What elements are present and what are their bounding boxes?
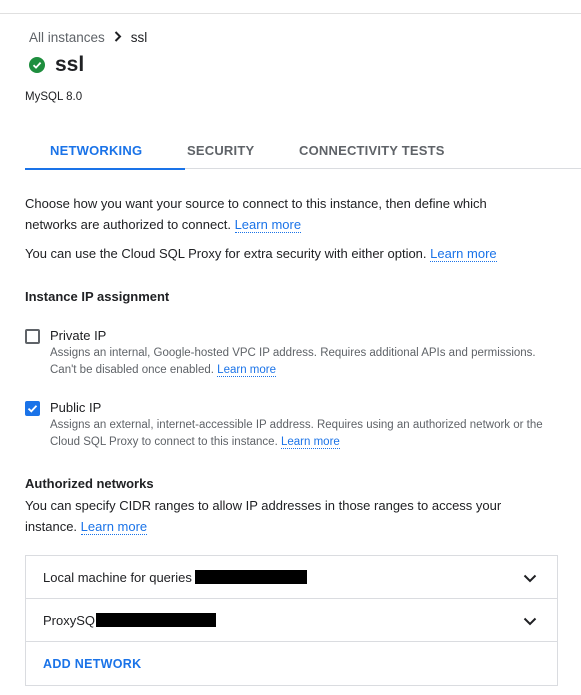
authorized-networks-list: Local machine for queries ProxySQ ADD NE… bbox=[25, 555, 558, 686]
proxy-learn-more-link[interactable]: Learn more bbox=[430, 246, 497, 262]
tab-connectivity-tests[interactable]: CONNECTIVITY TESTS bbox=[299, 136, 445, 169]
database-version: MySQL 8.0 bbox=[25, 91, 83, 103]
network-item-proxysql[interactable]: ProxySQ bbox=[26, 599, 557, 642]
private-ip-label: Private IP bbox=[50, 328, 107, 343]
breadcrumb-chevron-right-icon bbox=[114, 30, 122, 45]
private-ip-description-text: Assigns an internal, Google-hosted VPC I… bbox=[50, 347, 536, 376]
page-title: ssl bbox=[55, 53, 85, 76]
network-item-local-machine[interactable]: Local machine for queries bbox=[26, 556, 557, 599]
authorized-networks-learn-more-link[interactable]: Learn more bbox=[80, 519, 148, 535]
redaction-bar bbox=[194, 570, 307, 584]
top-divider bbox=[0, 13, 581, 14]
checkmark-icon bbox=[27, 405, 38, 413]
check-circle-icon bbox=[29, 57, 45, 73]
add-network-row: ADD NETWORK bbox=[26, 642, 557, 685]
network-name: Local machine for queries bbox=[43, 569, 192, 585]
intro-text: Choose how you want your source to conne… bbox=[25, 193, 525, 235]
breadcrumb: All instances ssl bbox=[29, 30, 147, 45]
tab-connectivity-tests-label: CONNECTIVITY TESTS bbox=[299, 143, 445, 158]
private-ip-learn-more-link[interactable]: Learn more bbox=[217, 364, 276, 377]
tab-bar: NETWORKING SECURITY CONNECTIVITY TESTS bbox=[25, 136, 581, 170]
proxy-note-text: You can use the Cloud SQL Proxy for extr… bbox=[25, 246, 427, 261]
tab-security[interactable]: SECURITY bbox=[187, 136, 254, 169]
tab-security-label: SECURITY bbox=[187, 143, 255, 158]
private-ip-checkbox[interactable] bbox=[25, 329, 40, 344]
intro-learn-more-link[interactable]: Learn more bbox=[234, 217, 302, 233]
private-ip-option: Private IP Assigns an internal, Google-h… bbox=[25, 327, 555, 379]
redaction-bar bbox=[96, 613, 217, 627]
tab-networking-label: NETWORKING bbox=[50, 143, 143, 158]
public-ip-label: Public IP bbox=[50, 400, 102, 415]
chevron-down-icon[interactable] bbox=[523, 570, 537, 588]
chevron-down-icon[interactable] bbox=[523, 613, 537, 631]
public-ip-checkbox[interactable] bbox=[25, 401, 40, 416]
breadcrumb-all-instances[interactable]: All instances bbox=[29, 30, 105, 45]
active-tab-indicator bbox=[25, 168, 185, 170]
tab-networking[interactable]: NETWORKING bbox=[25, 136, 185, 170]
add-network-button[interactable]: ADD NETWORK bbox=[43, 657, 141, 671]
private-ip-description: Assigns an internal, Google-hosted VPC I… bbox=[50, 345, 555, 379]
authorized-networks-text: You can specify CIDR ranges to allow IP … bbox=[25, 495, 535, 537]
network-name: ProxySQ bbox=[43, 612, 96, 628]
proxy-note: You can use the Cloud SQL Proxy for extr… bbox=[25, 243, 565, 264]
title-row: ssl bbox=[29, 53, 84, 77]
public-ip-description: Assigns an external, internet-accessible… bbox=[50, 417, 555, 451]
breadcrumb-current: ssl bbox=[130, 30, 148, 45]
authorized-networks-heading: Authorized networks bbox=[25, 476, 154, 491]
public-ip-option: Public IP Assigns an external, internet-… bbox=[25, 399, 555, 451]
public-ip-learn-more-link[interactable]: Learn more bbox=[280, 436, 340, 449]
ip-assignment-heading: Instance IP assignment bbox=[25, 289, 170, 304]
